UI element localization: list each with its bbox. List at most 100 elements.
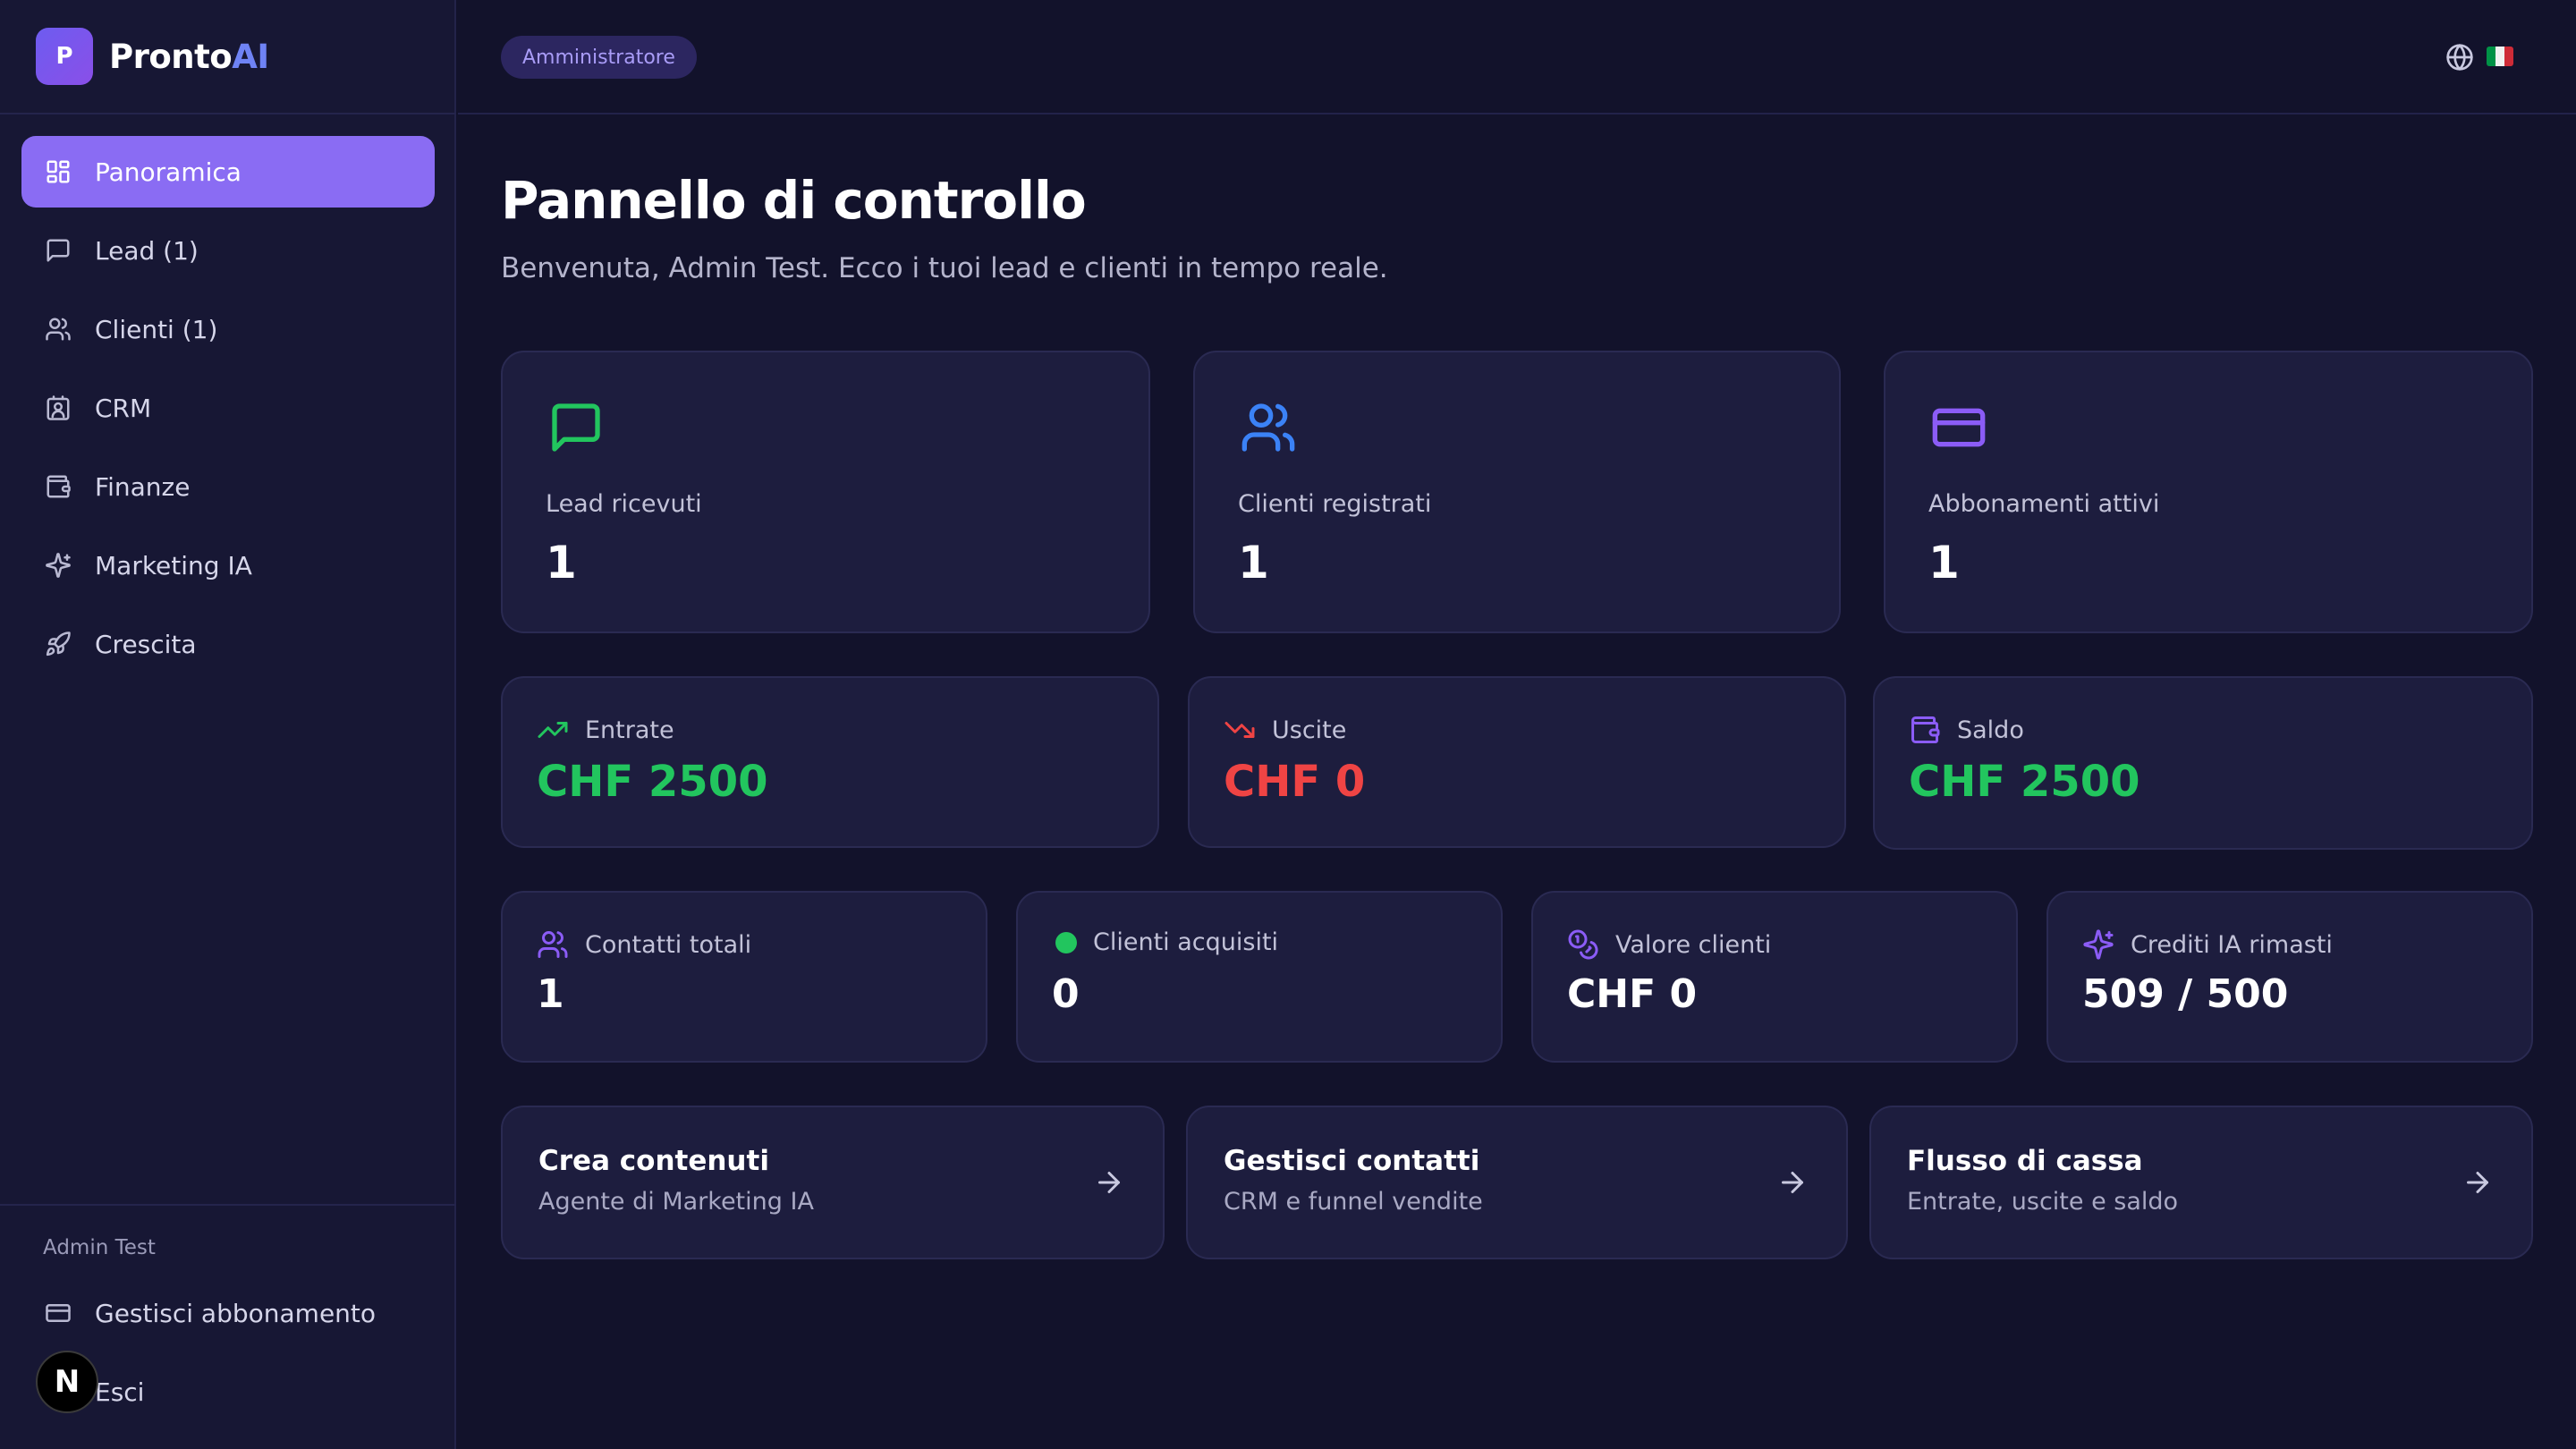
- sidebar-item-label: Marketing IA: [95, 550, 252, 580]
- mini-header: Clienti acquisiti: [1052, 928, 1278, 956]
- rocket-icon: [46, 631, 71, 657]
- action-card-gestisci-contatti[interactable]: Gestisci contatti CRM e funnel vendite: [1186, 1106, 1848, 1259]
- users-icon: [538, 931, 568, 958]
- brand-name-main: Pronto: [109, 37, 233, 76]
- topbar: Amministratore: [458, 0, 2576, 114]
- finance-card-saldo[interactable]: Saldo CHF 2500: [1873, 676, 2533, 850]
- finance-value: CHF 0: [1224, 757, 1366, 807]
- page-subtitle: Benvenuta, Admin Test. Ecco i tuoi lead …: [501, 252, 1388, 284]
- mini-label: Contatti totali: [585, 930, 752, 959]
- sidebar-item-label: Panoramica: [95, 157, 242, 187]
- n-badge-icon[interactable]: N: [36, 1351, 98, 1413]
- stat-value: 1: [1238, 537, 1269, 589]
- stat-card-abbonamenti[interactable]: Abbonamenti attivi 1: [1884, 351, 2533, 633]
- message-square-icon: [47, 239, 70, 262]
- green-dot-icon: [1055, 931, 1077, 953]
- globe-icon[interactable]: [2445, 43, 2474, 72]
- users-icon: [1241, 403, 1295, 452]
- stat-value: 1: [1928, 537, 1960, 589]
- action-card-crea-contenuti[interactable]: Crea contenuti Agente di Marketing IA: [501, 1106, 1165, 1259]
- brand-name: ProntoAI: [109, 38, 269, 76]
- sidebar-user-name: Admin Test: [43, 1236, 156, 1259]
- page-title: Pannello di controllo: [501, 170, 1087, 231]
- grid-icon: [47, 160, 70, 183]
- mini-label: Crediti IA rimasti: [2131, 930, 2333, 959]
- stat-card-clienti[interactable]: Clienti registrati 1: [1193, 351, 1841, 633]
- sidebar-item-clienti[interactable]: Clienti (1): [21, 293, 435, 365]
- sidebar-item-finanze[interactable]: Finanze: [21, 451, 435, 522]
- sparkles-icon: [2083, 929, 2114, 960]
- stat-value: 1: [546, 537, 577, 589]
- action-subtitle: CRM e funnel vendite: [1224, 1188, 1483, 1216]
- sidebar: P ProntoAI Panoramica Lead (1) Clienti (…: [0, 0, 456, 1449]
- arrow-right-icon: [1098, 1172, 1120, 1193]
- stat-label: Abbonamenti attivi: [1928, 490, 2160, 518]
- finance-card-uscite[interactable]: Uscite CHF 0: [1188, 676, 1846, 848]
- credit-card-icon: [1932, 408, 1986, 447]
- arrow-right-icon: [2467, 1172, 2488, 1193]
- arrow-right-icon: [1782, 1172, 1803, 1193]
- finance-header: Saldo: [1909, 714, 2024, 746]
- mini-card-clienti-acquisiti[interactable]: Clienti acquisiti 0: [1016, 891, 1503, 1063]
- mini-header: Crediti IA rimasti: [2082, 928, 2333, 961]
- brand[interactable]: P ProntoAI: [36, 28, 269, 85]
- action-title: Crea contenuti: [538, 1145, 769, 1177]
- mini-value: 1: [537, 971, 564, 1017]
- finance-card-entrate[interactable]: Entrate CHF 2500: [501, 676, 1159, 848]
- mini-card-contatti-totali[interactable]: Contatti totali 1: [501, 891, 987, 1063]
- finance-value: CHF 2500: [1909, 757, 2140, 807]
- sidebar-item-label: CRM: [95, 393, 152, 423]
- stat-card-lead[interactable]: Lead ricevuti 1: [501, 351, 1150, 633]
- logout-label: Esci: [95, 1377, 145, 1407]
- stat-label: Clienti registrati: [1238, 490, 1432, 518]
- brand-logo: P: [36, 28, 93, 85]
- action-title: Gestisci contatti: [1224, 1145, 1480, 1177]
- finance-label: Uscite: [1272, 716, 1347, 744]
- action-title: Flusso di cassa: [1907, 1145, 2143, 1177]
- action-card-flusso-di-cassa[interactable]: Flusso di cassa Entrate, uscite e saldo: [1869, 1106, 2533, 1259]
- italy-flag-icon[interactable]: [2487, 47, 2513, 66]
- sidebar-item-lead[interactable]: Lead (1): [21, 215, 435, 286]
- message-square-icon: [552, 403, 600, 452]
- trending-up-icon: [538, 722, 568, 738]
- sidebar-item-label: Clienti (1): [95, 314, 218, 344]
- manage-subscription-label: Gestisci abbonamento: [95, 1298, 377, 1328]
- finance-label: Saldo: [1957, 716, 2024, 744]
- trending-down-icon: [1224, 722, 1255, 738]
- mini-value: 0: [1052, 971, 1080, 1017]
- sidebar-nav: Panoramica Lead (1) Clienti (1) CRM Fina…: [21, 136, 435, 687]
- sparkles-icon: [46, 553, 71, 578]
- finance-label: Entrate: [585, 716, 674, 744]
- manage-subscription-button[interactable]: Gestisci abbonamento: [21, 1277, 435, 1349]
- sidebar-footer-divider: [0, 1204, 456, 1206]
- mini-label: Clienti acquisiti: [1093, 928, 1279, 956]
- role-badge: Amministratore: [501, 36, 697, 79]
- action-subtitle: Agente di Marketing IA: [538, 1188, 814, 1216]
- finance-header: Uscite: [1224, 714, 1346, 746]
- mini-value: 509 / 500: [2082, 971, 2289, 1017]
- mini-header: Valore clienti: [1567, 928, 1771, 961]
- users-icon: [46, 318, 71, 341]
- sidebar-item-crescita[interactable]: Crescita: [21, 608, 435, 680]
- sidebar-item-crm[interactable]: CRM: [21, 372, 435, 444]
- brand-name-accent: AI: [232, 37, 269, 76]
- sidebar-item-marketing-ia[interactable]: Marketing IA: [21, 530, 435, 601]
- wallet-icon: [47, 475, 71, 498]
- sidebar-divider: [0, 113, 456, 114]
- mini-value: CHF 0: [1567, 971, 1698, 1017]
- credit-card-icon: [46, 1304, 71, 1322]
- mini-header: Contatti totali: [537, 928, 751, 961]
- coins-icon: [1568, 929, 1598, 960]
- mini-card-valore-clienti[interactable]: Valore clienti CHF 0: [1531, 891, 2018, 1063]
- finance-header: Entrate: [537, 714, 674, 746]
- finance-value: CHF 2500: [537, 757, 768, 807]
- contact-icon: [47, 395, 70, 420]
- sidebar-item-label: Lead (1): [95, 235, 199, 266]
- wallet-icon: [1911, 716, 1940, 743]
- sidebar-item-panoramica[interactable]: Panoramica: [21, 136, 435, 208]
- mini-label: Valore clienti: [1615, 930, 1772, 959]
- sidebar-item-label: Finanze: [95, 471, 191, 502]
- action-subtitle: Entrate, uscite e saldo: [1907, 1188, 2179, 1216]
- stat-label: Lead ricevuti: [546, 490, 702, 518]
- mini-card-crediti-ia[interactable]: Crediti IA rimasti 509 / 500: [2046, 891, 2533, 1063]
